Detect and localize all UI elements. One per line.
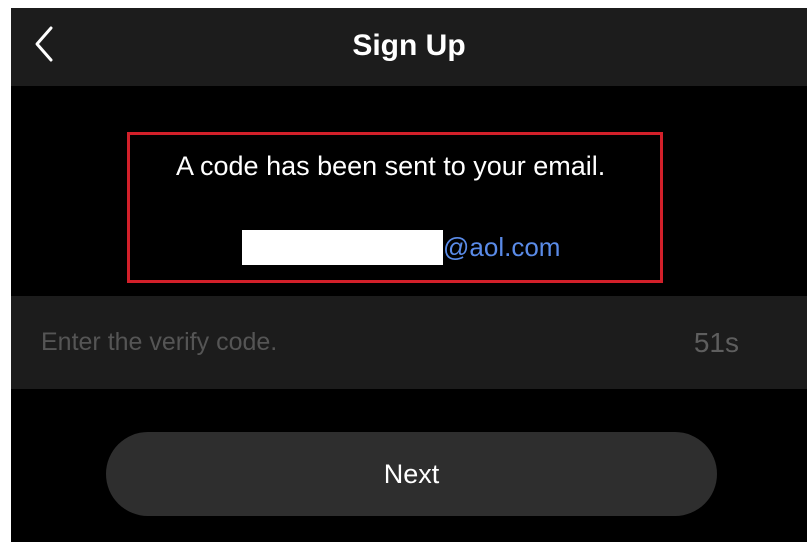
email-address: @aol.com <box>242 229 560 265</box>
resend-countdown: 51s <box>693 327 739 358</box>
verify-code-row: 51s <box>11 296 807 389</box>
page-title: Sign Up <box>352 29 466 62</box>
navigation-bar: Sign Up <box>11 8 807 86</box>
notice-message: A code has been sent to your email. <box>176 151 606 181</box>
email-domain: @aol.com <box>443 232 561 262</box>
email-sent-notice: A code has been sent to your email. @aol… <box>127 132 663 283</box>
verify-code-input[interactable] <box>41 296 641 389</box>
email-redaction <box>242 229 443 265</box>
next-button[interactable]: Next <box>106 432 717 516</box>
sign-up-screen: Sign Up A code has been sent to your ema… <box>11 8 807 542</box>
